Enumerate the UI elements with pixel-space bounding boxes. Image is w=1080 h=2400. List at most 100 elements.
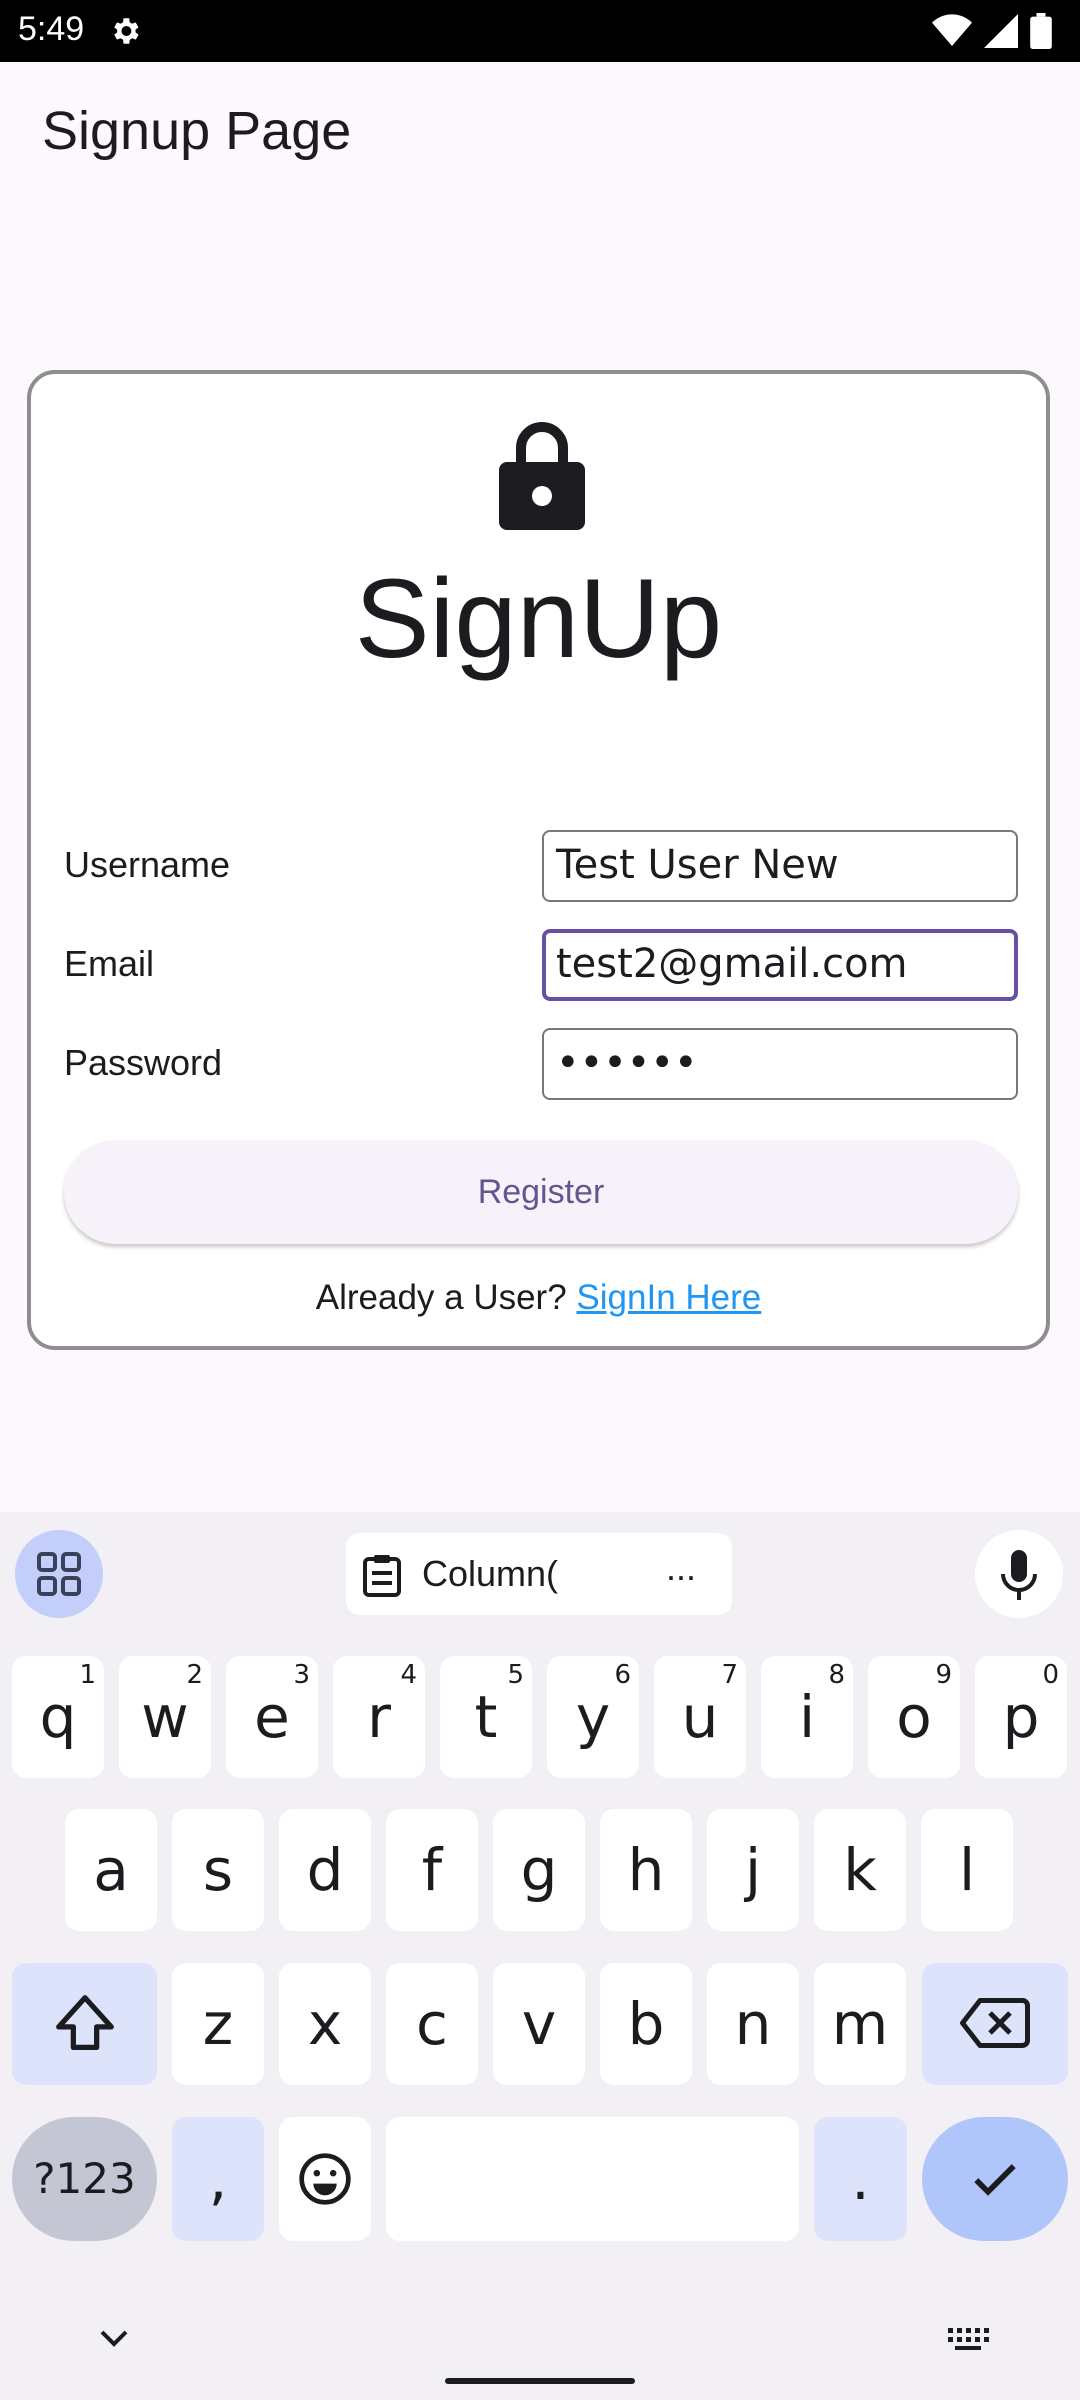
key-z[interactable]: z xyxy=(172,1963,264,2085)
key-e-label: e xyxy=(254,1683,290,1751)
signup-card: SignUp Username Test User New Email test… xyxy=(27,370,1050,1350)
backspace-key[interactable] xyxy=(922,1963,1068,2085)
password-field[interactable]: •••••• xyxy=(542,1028,1018,1100)
key-w-hint: 2 xyxy=(186,1660,203,1690)
home-indicator[interactable] xyxy=(445,2378,635,2384)
key-f[interactable]: f xyxy=(386,1809,478,1931)
key-a[interactable]: a xyxy=(65,1809,157,1931)
key-f-label: f xyxy=(421,1836,443,1904)
voice-input-button[interactable] xyxy=(975,1530,1063,1618)
password-label: Password xyxy=(64,1042,223,1083)
key-p-label: p xyxy=(1002,1683,1040,1751)
battery-icon xyxy=(1030,13,1052,49)
key-g[interactable]: g xyxy=(493,1809,585,1931)
key-d-label: d xyxy=(306,1836,344,1904)
key-c[interactable]: c xyxy=(386,1963,478,2085)
key-o[interactable]: o9 xyxy=(868,1656,960,1778)
key-d[interactable]: d xyxy=(279,1809,371,1931)
key-a-label: a xyxy=(93,1836,129,1904)
status-icons xyxy=(932,12,1052,50)
key-x[interactable]: x xyxy=(279,1963,371,2085)
key-u[interactable]: u7 xyxy=(654,1656,746,1778)
key-v[interactable]: v xyxy=(493,1963,585,2085)
key-h[interactable]: h xyxy=(600,1809,692,1931)
register-button[interactable]: Register xyxy=(64,1140,1018,1244)
key-c-label: c xyxy=(416,1990,448,2058)
key-y-label: y xyxy=(575,1683,611,1751)
comma-key-label: , xyxy=(208,2145,228,2213)
key-v-label: v xyxy=(521,1990,557,2058)
key-b-label: b xyxy=(627,1990,665,2058)
key-k-label: k xyxy=(843,1836,877,1904)
apps-grid-icon xyxy=(37,1552,81,1596)
key-q[interactable]: q1 xyxy=(12,1656,104,1778)
key-g-label: g xyxy=(520,1836,558,1904)
key-p-hint: 0 xyxy=(1042,1660,1059,1690)
signup-heading: SignUp xyxy=(354,556,723,681)
key-s-label: s xyxy=(202,1836,234,1904)
key-l[interactable]: l xyxy=(921,1809,1013,1931)
key-k[interactable]: k xyxy=(814,1809,906,1931)
signin-prompt: Already a User? xyxy=(315,1278,567,1317)
key-l-label: l xyxy=(958,1836,976,1904)
symbols-key-label: ?123 xyxy=(33,2154,136,2203)
enter-key[interactable] xyxy=(922,2117,1068,2241)
key-w[interactable]: w2 xyxy=(119,1656,211,1778)
key-e-hint: 3 xyxy=(293,1660,310,1690)
suggestion-more: ... xyxy=(665,1547,696,1588)
key-n[interactable]: n xyxy=(707,1963,799,2085)
key-i[interactable]: i8 xyxy=(761,1656,853,1778)
settings-gear-icon xyxy=(114,18,139,44)
key-y[interactable]: y6 xyxy=(547,1656,639,1778)
key-e[interactable]: e3 xyxy=(226,1656,318,1778)
shift-key[interactable] xyxy=(12,1963,157,2085)
check-icon xyxy=(974,2164,1016,2196)
soft-keyboard: Column( ... q1w2e3r4t5y6u7i8o9p0asdfghjk… xyxy=(0,1512,1080,2400)
symbols-key[interactable]: ?123 xyxy=(12,2117,157,2241)
key-u-hint: 7 xyxy=(721,1660,738,1690)
emoji-key[interactable] xyxy=(279,2117,371,2241)
signin-link[interactable]: SignIn Here xyxy=(576,1278,761,1317)
key-i-hint: 8 xyxy=(828,1660,845,1690)
keyboard-icon[interactable] xyxy=(946,2326,990,2352)
key-t[interactable]: t5 xyxy=(440,1656,532,1778)
shift-icon xyxy=(55,1995,114,2050)
key-u-label: u xyxy=(681,1683,719,1751)
key-y-hint: 6 xyxy=(614,1660,631,1690)
clipboard-icon xyxy=(363,1555,401,1597)
key-r-hint: 4 xyxy=(400,1660,417,1690)
wifi-icon xyxy=(932,14,972,46)
key-w-label: w xyxy=(141,1683,189,1751)
signin-row: Already a User? SignIn Here xyxy=(31,1278,1046,1318)
keyboard-apps-button[interactable] xyxy=(15,1530,103,1618)
key-x-label: x xyxy=(307,1990,343,2058)
key-i-label: i xyxy=(798,1683,816,1751)
clipboard-suggestion[interactable]: Column( ... xyxy=(346,1533,732,1615)
key-r-label: r xyxy=(367,1683,391,1751)
key-s[interactable]: s xyxy=(172,1809,264,1931)
email-field[interactable]: test2@gmail.com xyxy=(542,929,1018,1001)
comma-key[interactable]: , xyxy=(172,2117,264,2241)
key-o-hint: 9 xyxy=(935,1660,952,1690)
key-o-label: o xyxy=(896,1683,932,1751)
key-p[interactable]: p0 xyxy=(975,1656,1067,1778)
key-t-hint: 5 xyxy=(507,1660,524,1690)
period-key[interactable]: . xyxy=(814,2117,907,2241)
username-field[interactable]: Test User New xyxy=(542,830,1018,902)
key-r[interactable]: r4 xyxy=(333,1656,425,1778)
key-j-label: j xyxy=(744,1836,762,1904)
key-j[interactable]: j xyxy=(707,1809,799,1931)
key-q-hint: 1 xyxy=(79,1660,96,1690)
period-key-label: . xyxy=(851,2145,870,2213)
cellular-signal-icon xyxy=(984,14,1018,48)
username-label: Username xyxy=(64,844,231,885)
status-time: 5:49 xyxy=(18,10,85,48)
chevron-down-icon[interactable] xyxy=(96,2326,132,2350)
email-label: Email xyxy=(64,943,155,984)
space-key[interactable] xyxy=(386,2117,799,2241)
key-m[interactable]: m xyxy=(814,1963,906,2085)
key-b[interactable]: b xyxy=(600,1963,692,2085)
backspace-icon xyxy=(960,1998,1030,2048)
key-t-label: t xyxy=(474,1683,498,1751)
key-h-label: h xyxy=(627,1836,665,1904)
